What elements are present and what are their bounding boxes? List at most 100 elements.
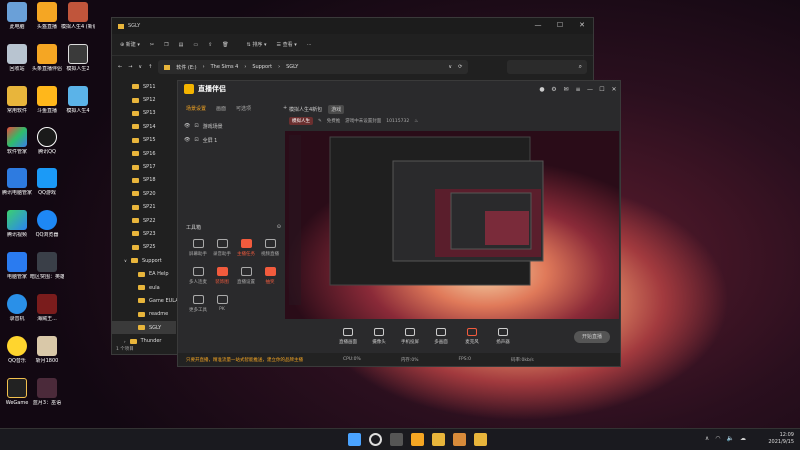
cut-icon[interactable]: ✂ (150, 42, 154, 48)
nav-folder[interactable]: SP20 (112, 187, 176, 200)
source-button[interactable]: 摄像头 (369, 328, 389, 345)
refresh-icon[interactable]: ⟳ (458, 64, 462, 70)
tab-screen[interactable]: 画面 (216, 105, 226, 112)
cloud-icon[interactable]: ☁ (740, 435, 746, 442)
nav-folder[interactable]: SP25 (112, 241, 176, 254)
source-button[interactable]: 手机投屏 (400, 328, 420, 345)
add-scene-icon[interactable]: + (283, 105, 287, 112)
desktop-icon[interactable]: 模拟人生4 (61, 86, 95, 114)
nav-folder[interactable]: SP13 (112, 107, 176, 120)
up-icon[interactable]: ↑ (148, 64, 152, 70)
breadcrumb-item[interactable]: SGLY (286, 64, 298, 70)
new-button[interactable]: ⊕ 新建 ▾ (120, 41, 140, 48)
nav-folder[interactable]: SP22 (112, 214, 176, 227)
desktop-icon[interactable]: 常用软件 (0, 86, 34, 114)
nav-folder[interactable]: SP16 (112, 147, 176, 160)
lock-icon[interactable]: ⊡ (194, 137, 198, 143)
desktop-icon[interactable]: 头条直播伴侣 (30, 44, 64, 72)
desktop-icon[interactable]: 斗鱼直播 (30, 86, 64, 114)
desktop-icon[interactable]: 腾讯电脑管家 (0, 168, 34, 196)
nav-folder[interactable]: SP11 (112, 80, 176, 93)
clock[interactable]: 12:09 2021/9/15 (768, 432, 794, 446)
desktop-icon[interactable]: QQ浏览器 (30, 210, 64, 238)
address-bar[interactable]: 软件 (E:) › The Sims 4 › Support › SGLY ∨ ⟳ (158, 60, 469, 74)
tool-button[interactable]: 屏幕助手 (186, 239, 210, 257)
nav-folder[interactable]: SP23 (112, 227, 176, 240)
nav-folder[interactable]: eula (112, 281, 176, 294)
close-button[interactable]: ✕ (608, 83, 620, 97)
delete-icon[interactable]: 🗑 (222, 42, 228, 48)
minimize-button[interactable]: — (584, 83, 596, 97)
nav-folder[interactable]: ∨ Support (112, 254, 176, 267)
more-icon[interactable]: ··· (307, 42, 312, 48)
menu-icon[interactable]: ≡ (572, 83, 584, 97)
scene-item[interactable]: 👁 ⊡ 全屏 1 (184, 133, 223, 147)
maximize-button[interactable]: ☐ (549, 18, 571, 32)
sims-icon[interactable] (453, 433, 466, 446)
desktop-icon[interactable]: 斩月1800 (30, 336, 64, 364)
nav-folder[interactable]: readme (112, 308, 176, 321)
tool-button[interactable]: 装饰图 (210, 267, 234, 285)
breadcrumb-item[interactable]: 软件 (E:) (176, 64, 196, 71)
avatar[interactable]: ● (536, 83, 548, 97)
copy-icon[interactable]: ❐ (164, 42, 168, 48)
recent-icon[interactable]: ∨ (138, 64, 142, 70)
desktop-icon[interactable]: 腾讯视频 (0, 210, 34, 238)
dropdown-icon[interactable]: ∨ (448, 64, 452, 70)
desktop-icon[interactable]: WeGame (0, 378, 34, 406)
edit-icon[interactable]: ✎ (318, 119, 322, 124)
back-icon[interactable]: ← (118, 64, 122, 70)
nav-folder[interactable]: SP21 (112, 201, 176, 214)
desktop-icon[interactable]: 海贼王... (30, 294, 64, 322)
share-icon[interactable]: ⇪ (208, 42, 212, 48)
tool-button[interactable]: 主播任务 (234, 239, 258, 257)
sort-button[interactable]: ⇅ 排序 ▾ (247, 41, 267, 48)
view-button[interactable]: ☰ 查看 ▾ (277, 41, 297, 48)
source-button[interactable]: 直播画面 (338, 328, 358, 345)
desktop-icon[interactable]: 蓝月3：巫语 (30, 378, 64, 406)
nav-folder[interactable]: EA Help (112, 267, 176, 280)
close-button[interactable]: ✕ (571, 18, 593, 32)
eye-icon[interactable]: 👁 (184, 137, 190, 143)
wifi-icon[interactable]: ◠ (715, 435, 720, 442)
source-button[interactable]: 多画面 (431, 328, 451, 345)
lock-icon[interactable]: ⊡ (194, 123, 198, 129)
desktop-icon[interactable]: 软件管家 (0, 127, 34, 155)
tab-options[interactable]: 可选项 (236, 105, 251, 112)
search-icon[interactable] (369, 433, 382, 446)
nav-folder[interactable]: SP18 (112, 174, 176, 187)
nav-folder-selected[interactable]: SGLY (112, 321, 176, 335)
start-live-button[interactable]: 开始直播 (574, 331, 610, 343)
tool-button[interactable]: 更多工具 (186, 295, 210, 313)
desktop-icon[interactable]: 模拟人生2 (61, 44, 95, 72)
breadcrumb-item[interactable]: Support (252, 64, 272, 70)
desktop-icon[interactable]: 回收站 (0, 44, 34, 72)
start-icon[interactable] (348, 433, 361, 446)
paste-icon[interactable]: ▤ (179, 42, 184, 48)
desktop-icon[interactable]: 头盔直播 (30, 2, 64, 30)
message-icon[interactable]: ✉ (560, 83, 572, 97)
desktop-icon[interactable]: 录音机 (0, 294, 34, 322)
tool-button[interactable]: 录音助手 (210, 239, 234, 257)
desktop-icon[interactable]: 此电脑 (0, 2, 34, 30)
tool-button[interactable]: 直播设置 (234, 267, 258, 285)
settings-icon[interactable]: ⚙ (548, 83, 560, 97)
breadcrumb-item[interactable]: The Sims 4 (211, 64, 239, 70)
folder-icon[interactable] (474, 433, 487, 446)
stream-preview[interactable] (285, 131, 619, 319)
nav-folder[interactable]: SP14 (112, 120, 176, 133)
volume-icon[interactable]: 🔈 (727, 435, 734, 442)
desktop-icon[interactable]: QQ音乐 (0, 336, 34, 364)
game-tag[interactable]: 游戏 (328, 105, 345, 114)
nav-folder[interactable]: SP15 (112, 134, 176, 147)
source-button[interactable]: 麦克风 (462, 328, 482, 345)
promo-text[interactable]: 只要开直播，精准流量一站式智能推送，建立你的品牌主播 (186, 357, 303, 363)
minimize-button[interactable]: — (527, 18, 549, 32)
tool-button[interactable]: PK (210, 295, 234, 313)
nav-folder[interactable]: SP12 (112, 93, 176, 106)
rename-icon[interactable]: ▭ (193, 42, 198, 48)
explorer-icon[interactable] (432, 433, 445, 446)
live-app-icon[interactable] (411, 433, 424, 446)
chevron-up-icon[interactable]: ∧ (705, 435, 709, 442)
nav-folder[interactable]: Game EULA (112, 294, 179, 307)
